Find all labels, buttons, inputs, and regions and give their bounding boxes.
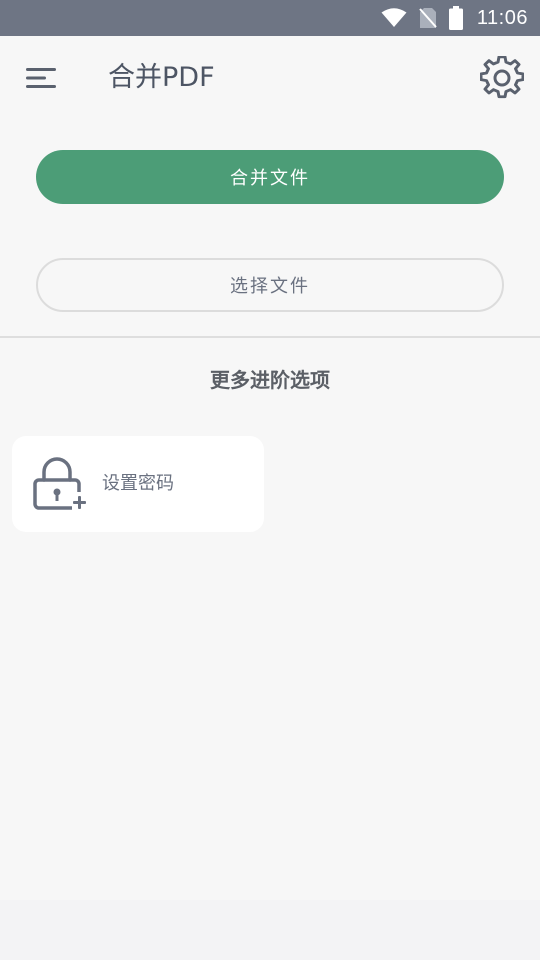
set-password-option[interactable]: 设置密码 xyxy=(12,436,264,532)
status-bar: 11:06 xyxy=(0,0,540,36)
no-sim-icon xyxy=(419,7,437,29)
set-password-label: 设置密码 xyxy=(102,473,174,494)
wifi-icon xyxy=(381,8,407,28)
status-icons: 11:06 xyxy=(381,0,528,36)
menu-icon[interactable] xyxy=(26,66,58,90)
bottom-area xyxy=(0,900,540,960)
divider xyxy=(0,336,540,338)
app-bar: 合并PDF xyxy=(0,36,540,120)
select-files-button[interactable]: 选择文件 xyxy=(36,258,504,312)
lock-plus-icon xyxy=(32,456,88,512)
status-time: 11:06 xyxy=(476,6,528,29)
page-title: 合并PDF xyxy=(108,62,215,93)
battery-icon xyxy=(448,6,463,30)
gear-icon[interactable] xyxy=(479,55,525,100)
merge-files-button[interactable]: 合并文件 xyxy=(36,150,504,204)
advanced-options-title: 更多进阶选项 xyxy=(210,368,330,392)
